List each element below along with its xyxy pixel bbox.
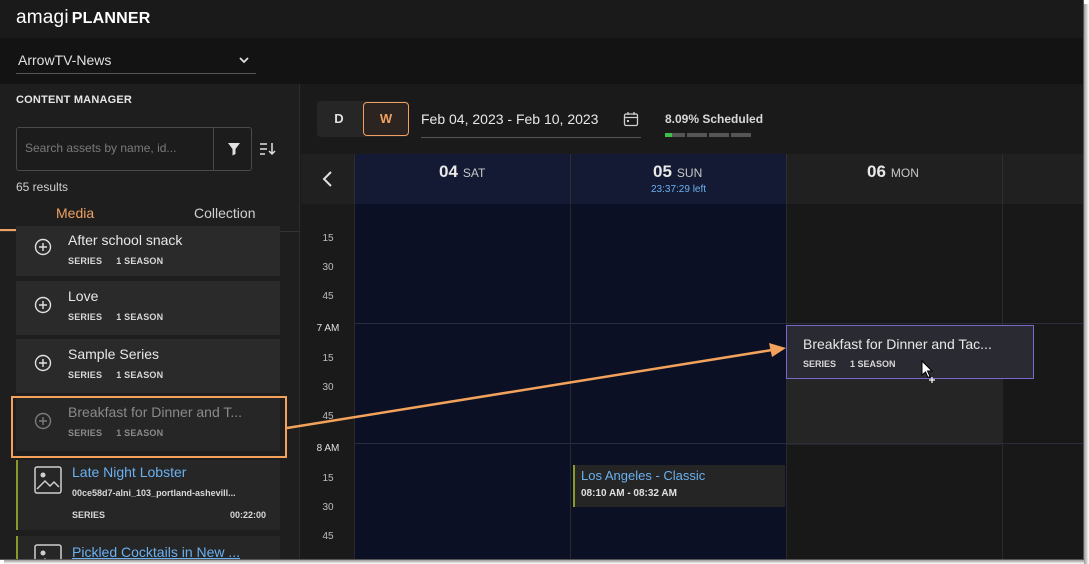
series-card[interactable]: Love SERIES 1 SEASON (16, 281, 280, 335)
scheduled-percentage: 8.09% Scheduled (665, 112, 764, 126)
series-title: Love (68, 288, 99, 304)
scheduled-event[interactable]: Los Angeles - Classic 08:10 AM - 08:32 A… (573, 465, 785, 507)
series-title: Sample Series (68, 346, 160, 362)
time-label: 30 (322, 262, 334, 273)
day-column-next[interactable] (1003, 204, 1083, 559)
view-toggle: D W (317, 101, 409, 137)
add-circle-icon[interactable] (34, 354, 52, 372)
day-column-sat[interactable] (355, 204, 571, 559)
event-time: 08:10 AM - 08:32 AM (581, 488, 677, 499)
time-label: 15 (322, 353, 334, 364)
asset-title[interactable]: Pickled Cocktails in New ... (72, 544, 240, 559)
event-title: Los Angeles - Classic (581, 468, 706, 483)
time-label: 15 (322, 233, 334, 244)
series-meta: SERIES 1 SEASON (68, 256, 164, 266)
add-circle-icon[interactable] (34, 238, 52, 256)
filter-icon (228, 143, 240, 156)
asset-card[interactable]: Pickled Cocktails in New ... (16, 536, 280, 559)
day-header-mon: 06 MON (787, 154, 1003, 204)
chevron-left-icon (322, 171, 332, 187)
series-meta: SERIES 1 SEASON (68, 312, 164, 322)
asset-id: 00ce58d7-alni_103_portland-ashevill... (72, 488, 236, 498)
app-window: amagi PLANNER ArrowTV-News CONTENT MANAGE… (0, 0, 1084, 560)
drag-preview-title: Breakfast for Dinner and Tac... (803, 336, 992, 352)
asset-duration: 00:22:00 (229, 510, 266, 520)
date-range-field[interactable]: Feb 04, 2023 - Feb 10, 2023 (421, 104, 641, 138)
search-input[interactable] (25, 141, 205, 155)
time-label: 45 (322, 291, 334, 302)
planner-toolbar: D W Feb 04, 2023 - Feb 10, 2023 8.09% Sc… (301, 84, 1083, 154)
day-label: 05 SUN (653, 162, 703, 181)
drag-preview-card[interactable]: Breakfast for Dinner and Tac... SERIES 1 … (786, 325, 1034, 379)
calendar-icon[interactable] (623, 111, 639, 127)
series-card[interactable]: Sample Series SERIES 1 SEASON (16, 339, 280, 393)
week-view-button[interactable]: W (363, 102, 409, 136)
drag-preview-meta: SERIES 1 SEASON (803, 359, 896, 369)
calendar-grid: 15 30 45 7 AM 15 30 45 8 AM 15 30 45 Los… (301, 204, 1083, 559)
filter-button[interactable] (213, 128, 253, 170)
day-header-sat: 04 SAT (355, 154, 571, 204)
prev-week-button[interactable] (301, 154, 355, 204)
series-title: After school snack (68, 232, 183, 248)
tab-media[interactable]: Media (56, 205, 94, 221)
asset-card[interactable]: Late Night Lobster 00ce58d7-alni_103_por… (16, 460, 280, 530)
time-label: 15 (322, 473, 334, 484)
highlight-box (11, 396, 287, 458)
hour-line (355, 443, 1083, 444)
sort-icon[interactable] (258, 140, 276, 158)
series-meta: SERIES 1 SEASON (68, 370, 164, 380)
hour-line (355, 323, 1083, 324)
time-label: 7 AM (316, 323, 340, 334)
search-box (16, 127, 252, 171)
tab-collection[interactable]: Collection (194, 205, 255, 221)
image-placeholder-icon (34, 466, 62, 494)
channel-select-value: ArrowTV-News (18, 52, 112, 68)
window-shadow (1084, 4, 1089, 564)
time-label: 45 (322, 531, 334, 542)
chevron-down-icon (239, 57, 249, 64)
channel-select[interactable]: ArrowTV-News (16, 48, 256, 74)
time-left: 23:37:29 left (651, 184, 707, 195)
top-bar: amagi PLANNER (0, 0, 1083, 38)
time-label: 30 (322, 382, 334, 393)
day-header-next (1003, 154, 1083, 204)
asset-type: SERIES (72, 510, 106, 520)
image-placeholder-icon (34, 544, 62, 559)
app-logo: amagi PLANNER (16, 7, 151, 29)
series-card[interactable]: After school snack SERIES 1 SEASON (16, 226, 280, 276)
channel-bar: ArrowTV-News (0, 38, 1083, 84)
time-label: 30 (322, 502, 334, 513)
day-label: 06 MON (867, 162, 919, 181)
day-view-button[interactable]: D (321, 104, 357, 134)
results-count: 65 results (16, 180, 69, 194)
content-manager-title: CONTENT MANAGER (16, 94, 133, 106)
move-cursor-icon (921, 360, 935, 383)
day-header-sun: 05 SUN 23:37:29 left (571, 154, 787, 204)
window-shadow (4, 560, 1084, 564)
time-label: 8 AM (316, 443, 340, 454)
calendar-header: 04 SAT 05 SUN 23:37:29 left 06 MON (301, 154, 1083, 204)
asset-title[interactable]: Late Night Lobster (72, 464, 186, 480)
scheduled-progress-bar (665, 133, 751, 137)
time-label: 45 (322, 411, 334, 422)
day-label: 04 SAT (439, 162, 486, 181)
product-name: PLANNER (71, 10, 151, 27)
brand-name: amagi (16, 7, 69, 28)
add-circle-icon[interactable] (34, 296, 52, 314)
